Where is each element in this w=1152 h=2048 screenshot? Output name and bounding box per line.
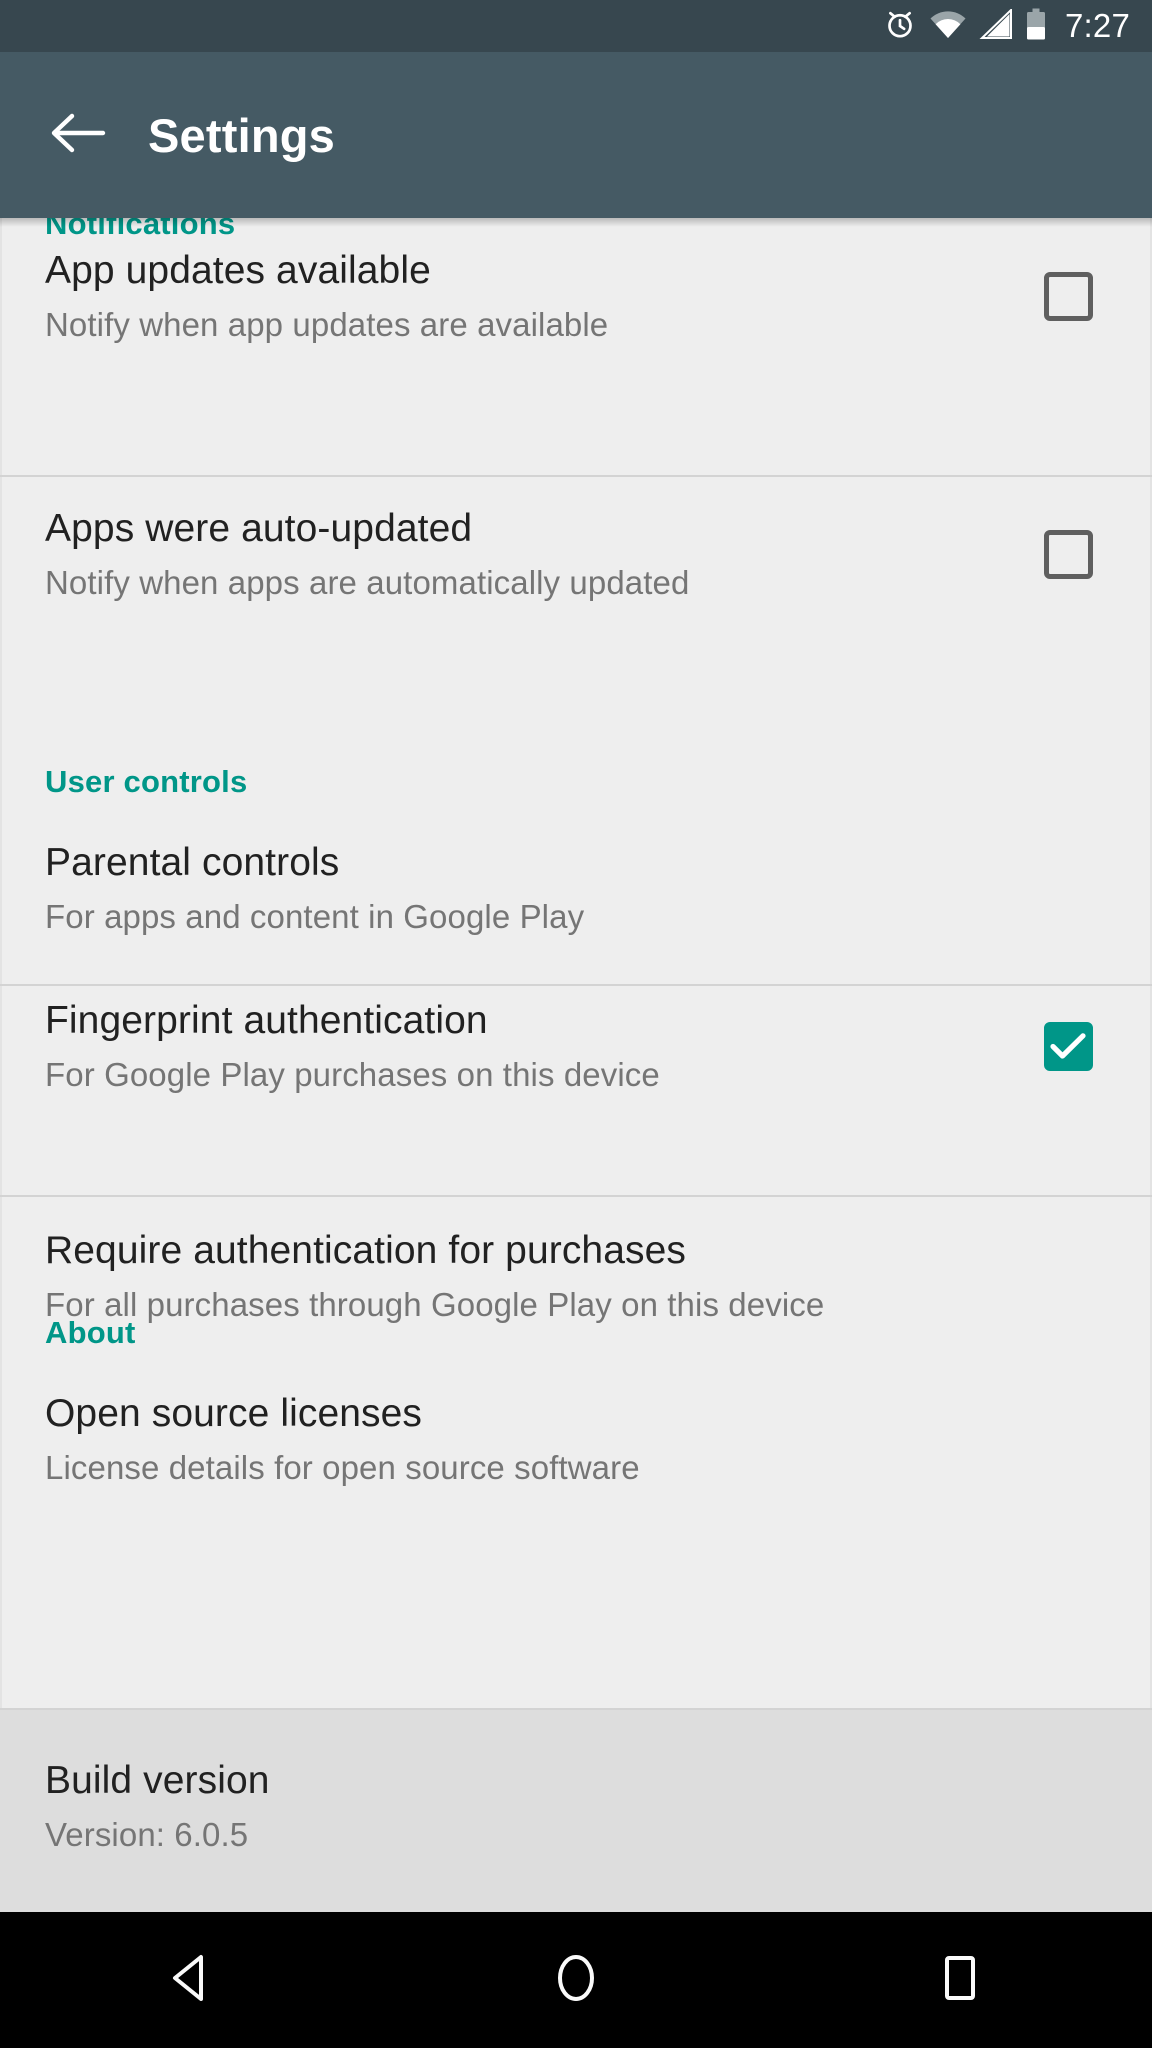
status-bar-clock: 7:27 bbox=[1064, 7, 1130, 44]
list-item-fingerprint-authentication[interactable]: Fingerprint authentication For Google Pl… bbox=[0, 998, 1152, 1168]
list-item-subtitle: Notify when app updates are available bbox=[45, 306, 609, 344]
nav-recents-button[interactable] bbox=[768, 1912, 1152, 2048]
back-arrow-icon bbox=[49, 110, 107, 161]
list-item-build-version[interactable]: Build version Version: 6.0.5 bbox=[0, 1758, 1152, 1908]
checkbox-apps-were-auto-updated-icon[interactable] bbox=[1043, 529, 1093, 579]
list-item-text: Build version Version: 6.0.5 bbox=[45, 1758, 1116, 1855]
list-item-parental-controls[interactable]: Parental controls For apps and content i… bbox=[0, 840, 1152, 990]
list-item-subtitle: License details for open source software bbox=[45, 1449, 640, 1487]
list-item-title: Build version bbox=[45, 1759, 270, 1802]
signal-icon bbox=[979, 7, 1013, 44]
list-item-require-authentication-for-purchases[interactable]: Require authentication for purchases For… bbox=[0, 1228, 1152, 1378]
checkbox-app-updates-available-icon[interactable] bbox=[1043, 271, 1093, 321]
list-item-text: Parental controls For apps and content i… bbox=[45, 840, 1116, 937]
list-item-text: Apps were auto-updated Notify when apps … bbox=[45, 506, 1020, 603]
list-divider bbox=[0, 475, 1152, 477]
home-circle-icon bbox=[553, 1951, 599, 2010]
page-title: Settings bbox=[148, 108, 336, 162]
list-item-text: App updates available Notify when app up… bbox=[45, 248, 1020, 345]
list-item-title: Apps were auto-updated bbox=[45, 507, 473, 550]
alarm-icon bbox=[883, 7, 917, 46]
recents-square-icon bbox=[938, 1952, 982, 2009]
list-item-open-source-licenses[interactable]: Open source licenses License details for… bbox=[0, 1391, 1152, 1541]
list-item-title: Parental controls bbox=[45, 841, 340, 884]
phone-screen: 7:27 Settings Notifications App updates bbox=[0, 0, 1152, 2048]
list-item-text: Open source licenses License details for… bbox=[45, 1391, 1116, 1488]
checkbox-container[interactable] bbox=[1020, 248, 1116, 344]
list-item-subtitle: For all purchases through Google Play on… bbox=[45, 1286, 825, 1324]
list-item-apps-were-auto-updated[interactable]: Apps were auto-updated Notify when apps … bbox=[0, 506, 1152, 676]
list-item-title: Open source licenses bbox=[45, 1392, 423, 1435]
list-item-title: Require authentication for purchases bbox=[45, 1229, 686, 1272]
app-bar: Settings bbox=[0, 52, 1152, 227]
list-item-subtitle: Version: 6.0.5 bbox=[45, 1816, 249, 1854]
status-bar: 7:27 bbox=[0, 0, 1152, 52]
list-item-subtitle: For Google Play purchases on this device bbox=[45, 1056, 660, 1094]
list-divider bbox=[0, 984, 1152, 986]
section-header-notifications: Notifications bbox=[45, 218, 236, 241]
list-item-subtitle: Notify when apps are automatically updat… bbox=[45, 564, 690, 602]
back-triangle-icon bbox=[170, 1953, 214, 2008]
checkbox-container[interactable] bbox=[1020, 506, 1116, 602]
list-item-subtitle: For apps and content in Google Play bbox=[45, 898, 585, 936]
wifi-icon bbox=[930, 9, 966, 44]
nav-home-button[interactable] bbox=[384, 1912, 768, 2048]
back-button[interactable] bbox=[30, 87, 126, 183]
list-item-text: Require authentication for purchases For… bbox=[45, 1228, 1116, 1325]
nav-back-button[interactable] bbox=[0, 1912, 384, 2048]
navigation-bar bbox=[0, 1912, 1152, 2048]
list-item-text: Fingerprint authentication For Google Pl… bbox=[45, 998, 1020, 1095]
list-item-title: App updates available bbox=[45, 249, 431, 292]
list-divider bbox=[0, 1195, 1152, 1197]
settings-list[interactable]: Notifications App updates available Noti… bbox=[0, 218, 1152, 1912]
list-item-title: Fingerprint authentication bbox=[45, 999, 488, 1042]
section-header-about: About bbox=[45, 1315, 136, 1350]
checkbox-fingerprint-authentication-icon[interactable] bbox=[1043, 1021, 1093, 1071]
battery-icon bbox=[1026, 8, 1046, 45]
checkbox-container[interactable] bbox=[1020, 998, 1116, 1094]
list-item-app-updates-available[interactable]: App updates available Notify when app up… bbox=[0, 248, 1152, 418]
section-header-user-controls: User controls bbox=[45, 764, 248, 799]
